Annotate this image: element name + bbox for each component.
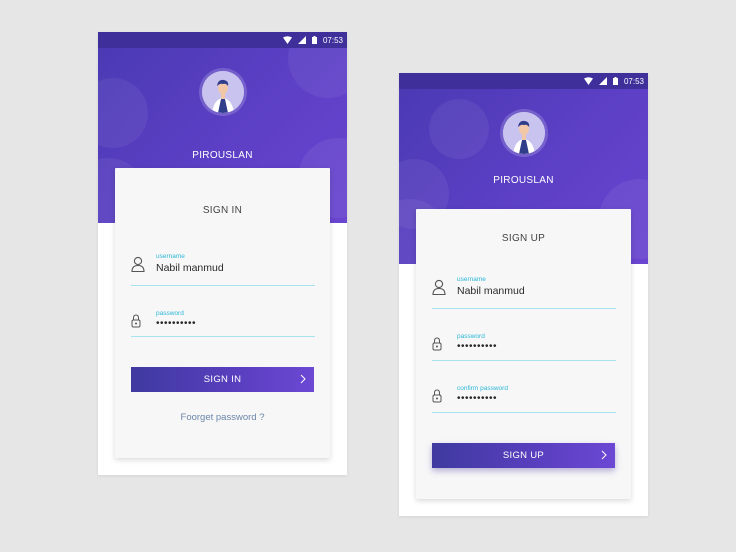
signin-card: SIGN IN username Nabil manmud password •… [115,168,330,458]
signup-card: SIGN UP username Nabil manmud password •… [416,209,631,499]
chevron-right-icon [601,450,607,463]
user-icon [432,279,446,300]
password-underline [432,360,616,361]
password-value[interactable]: •••••••••• [457,341,497,352]
signin-button-label: SIGN IN [203,374,242,385]
status-bar: 07:53 [98,32,347,48]
password-label: password [156,310,184,317]
signin-button[interactable]: SIGN IN [131,367,314,392]
decorative-bubble [429,99,489,159]
avatar-illustration [502,112,545,154]
username-underline [432,308,616,309]
profile-name: PIROUSLAN [192,150,253,161]
avatar-illustration [201,71,244,113]
lock-icon [432,389,442,408]
username-label: username [457,276,486,283]
wifi-icon [282,36,292,44]
signup-title: SIGN UP [501,233,546,244]
signup-screen: 07:53 PIROUSLAN SIGN UP username Nabil m… [399,73,648,516]
status-time: 07:53 [623,76,644,86]
wifi-icon [583,77,593,85]
lock-icon [432,337,442,356]
confirm-password-field[interactable]: confirm password •••••••••• [432,385,616,415]
lock-icon [131,314,141,333]
signin-title: SIGN IN [202,205,243,216]
password-value[interactable]: •••••••••• [156,318,196,329]
battery-icon [612,77,618,85]
password-underline [131,336,315,337]
confirm-password-underline [432,412,616,413]
decorative-bubble [288,48,347,98]
password-field[interactable]: password •••••••••• [131,310,315,340]
signup-button[interactable]: SIGN UP [432,443,615,468]
username-label: username [156,253,185,260]
password-label: password [457,333,485,340]
confirm-password-label: confirm password [457,385,508,392]
confirm-password-value[interactable]: •••••••••• [457,393,497,404]
username-underline [131,285,315,286]
status-bar: 07:53 [399,73,648,89]
decorative-bubble [98,78,148,148]
profile-name: PIROUSLAN [493,175,554,186]
username-field[interactable]: username Nabil manmud [131,253,315,287]
signal-icon [598,77,607,85]
avatar [499,109,548,157]
avatar [198,68,247,116]
user-icon [131,256,145,277]
username-value[interactable]: Nabil manmud [457,285,525,297]
status-time: 07:53 [322,35,343,45]
battery-icon [311,36,317,44]
forgot-password-link[interactable]: Foorget password ? [115,412,330,423]
username-field[interactable]: username Nabil manmud [432,276,616,310]
signin-screen: 07:53 PIROUSLAN SIGN IN username Nabil m… [98,32,347,475]
signup-button-label: SIGN UP [502,450,545,461]
signal-icon [297,36,306,44]
chevron-right-icon [300,374,306,387]
password-field[interactable]: password •••••••••• [432,333,616,363]
username-value[interactable]: Nabil manmud [156,262,224,274]
